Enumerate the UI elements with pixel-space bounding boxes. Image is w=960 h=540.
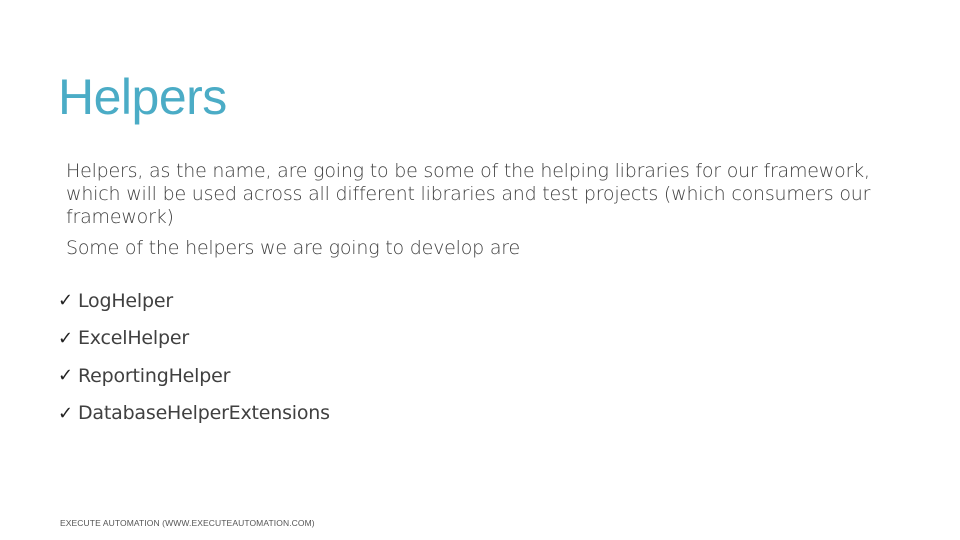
- intro-line: Some of the helpers we are going to deve…: [66, 237, 520, 259]
- description-paragraph: Helpers, as the name, are going to be so…: [66, 160, 871, 228]
- checklist-item-loghelper: ✓ LogHelper: [58, 282, 330, 320]
- checklist-item-excelhelper: ✓ ExcelHelper: [58, 320, 330, 358]
- checklist-item-label: LogHelper: [78, 289, 173, 312]
- checklist-item-label: DatabaseHelperExtensions: [78, 402, 330, 425]
- checkmark-icon: ✓: [58, 402, 73, 424]
- slide-title: Helpers: [58, 69, 227, 125]
- checklist-item-label: ReportingHelper: [78, 364, 231, 387]
- checkmark-icon: ✓: [58, 290, 73, 312]
- footer-text: EXECUTE AUTOMATION (WWW.EXECUTEAUTOMATIO…: [60, 518, 315, 528]
- slide: Helpers Helpers, as the name, are going …: [0, 0, 960, 540]
- slide-body: Helpers, as the name, are going to be so…: [66, 160, 926, 260]
- checklist-item-label: ExcelHelper: [78, 327, 189, 350]
- helpers-checklist: ✓ LogHelper ✓ ExcelHelper ✓ ReportingHel…: [58, 282, 330, 432]
- checkmark-icon: ✓: [58, 365, 73, 387]
- checklist-item-databasehelperextensions: ✓ DatabaseHelperExtensions: [58, 395, 330, 433]
- checklist-item-reportinghelper: ✓ ReportingHelper: [58, 357, 330, 395]
- checkmark-icon: ✓: [58, 327, 73, 349]
